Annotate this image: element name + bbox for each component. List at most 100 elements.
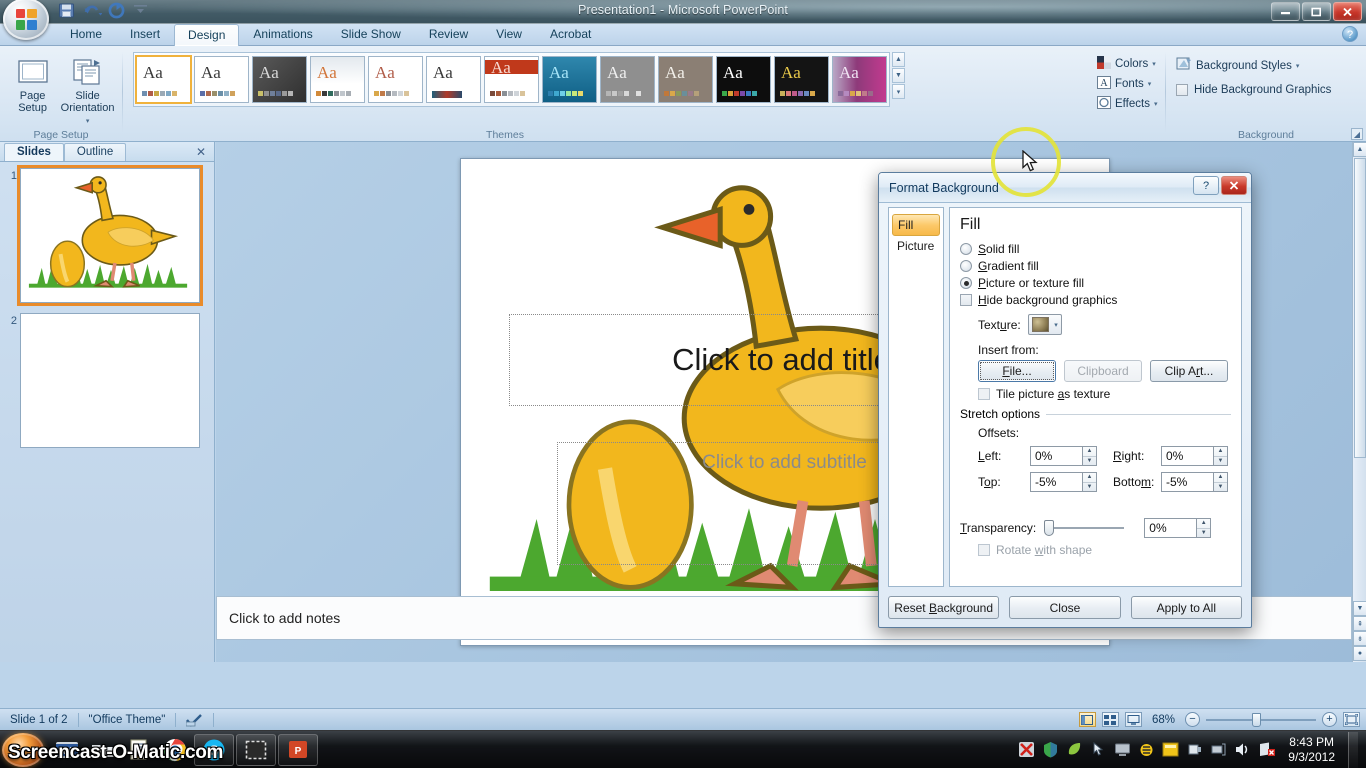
- tab-animations[interactable]: Animations: [239, 23, 326, 45]
- normal-view-button[interactable]: [1078, 712, 1096, 727]
- offset-bottom-stepper[interactable]: ▲▼: [1161, 472, 1228, 492]
- leaf-icon[interactable]: [1066, 741, 1083, 758]
- minimize-button[interactable]: [1271, 2, 1300, 21]
- list-item[interactable]: 1: [6, 165, 206, 306]
- stepper-arrows[interactable]: ▲ ▼: [1082, 472, 1097, 492]
- stepper-arrows[interactable]: ▲ ▼: [1213, 472, 1228, 492]
- screen-recorder-icon[interactable]: [236, 733, 276, 766]
- offset-top-input[interactable]: [1030, 472, 1082, 492]
- close-dialog-button[interactable]: Close: [1009, 596, 1121, 619]
- dialog-help-button[interactable]: ?: [1193, 176, 1219, 195]
- zoom-slider[interactable]: [1206, 712, 1316, 727]
- slide-sorter-view-button[interactable]: [1101, 712, 1119, 727]
- bee-icon[interactable]: [1138, 741, 1155, 758]
- apply-to-all-button[interactable]: Apply to All: [1130, 596, 1242, 619]
- offset-right-stepper[interactable]: ▲▼: [1161, 446, 1228, 466]
- tab-slide-show[interactable]: Slide Show: [327, 23, 415, 45]
- tab-design[interactable]: Design: [174, 24, 240, 46]
- select-browse-object-button[interactable]: ●: [1353, 646, 1366, 661]
- radio-solid-fill[interactable]: Solid fill: [960, 242, 1231, 256]
- dialog-nav-fill[interactable]: Fill: [892, 214, 940, 236]
- zoom-slider-handle[interactable]: [1252, 712, 1261, 727]
- insert-file-button[interactable]: File...: [978, 360, 1056, 382]
- theme-item[interactable]: Aa: [658, 56, 713, 103]
- slide-show-view-button[interactable]: [1124, 712, 1142, 727]
- close-button[interactable]: [1333, 2, 1362, 21]
- mouse-icon[interactable]: [1090, 741, 1107, 758]
- theme-item[interactable]: Aa: [194, 56, 249, 103]
- previous-slide-button[interactable]: ⇞: [1353, 616, 1366, 631]
- powerpoint-icon[interactable]: P: [278, 733, 318, 766]
- help-icon[interactable]: ?: [1342, 26, 1358, 42]
- tab-home[interactable]: Home: [56, 23, 116, 45]
- thumbnail-slide-2[interactable]: [20, 313, 200, 448]
- theme-item[interactable]: Aa: [600, 56, 655, 103]
- transparency-slider[interactable]: [1044, 520, 1125, 536]
- zoom-in-button[interactable]: +: [1322, 712, 1337, 727]
- texture-dropdown[interactable]: ▾: [1027, 314, 1062, 335]
- checkbox-tile-picture-as-texture[interactable]: Tile picture as texture: [960, 387, 1231, 401]
- theme-item[interactable]: Aa: [484, 56, 539, 103]
- list-item[interactable]: 2: [6, 313, 206, 448]
- theme-item[interactable]: Aa: [368, 56, 423, 103]
- gallery-scroll-down-button[interactable]: ▼: [892, 68, 905, 83]
- theme-item[interactable]: Aa: [774, 56, 829, 103]
- insert-clipboard-button[interactable]: Clipboard: [1064, 360, 1142, 382]
- undo-icon[interactable]: [83, 2, 103, 19]
- clock[interactable]: 8:43 PM 9/3/2012: [1282, 735, 1335, 765]
- stepper-arrows[interactable]: ▲ ▼: [1196, 518, 1212, 538]
- theme-colors-button[interactable]: Colors ▾: [1093, 54, 1159, 74]
- shield-green-icon[interactable]: [1042, 741, 1059, 758]
- action-center-icon[interactable]: [1258, 741, 1276, 758]
- safely-remove-icon[interactable]: [1186, 741, 1203, 758]
- fit-slide-to-window-button[interactable]: [1343, 712, 1360, 727]
- checkbox-hide-background-graphics[interactable]: Hide background graphics: [960, 293, 1231, 307]
- radio-picture-or-texture-fill[interactable]: Picture or texture fill: [960, 276, 1231, 290]
- stepper-arrows[interactable]: ▲ ▼: [1082, 446, 1097, 466]
- pane-tab-outline[interactable]: Outline: [63, 143, 127, 161]
- stepper-arrows[interactable]: ▲ ▼: [1213, 446, 1228, 466]
- page-setup-button[interactable]: Page Setup: [6, 50, 59, 128]
- gallery-scroll-up-button[interactable]: ▲: [892, 52, 905, 67]
- antivirus-icon[interactable]: [1018, 741, 1035, 758]
- theme-item[interactable]: Aa: [426, 56, 481, 103]
- offset-bottom-input[interactable]: [1161, 472, 1213, 492]
- transparency-slider-handle[interactable]: [1044, 520, 1055, 536]
- themes-gallery-scroll[interactable]: ▲ ▼ ▾: [892, 52, 905, 99]
- checkbox-rotate-with-shape[interactable]: Rotate with shape: [960, 543, 1231, 557]
- hide-background-graphics-checkbox[interactable]: Hide Background Graphics: [1172, 80, 1360, 100]
- theme-item[interactable]: Aa: [252, 56, 307, 103]
- vertical-scrollbar[interactable]: ▲ ▼ ⇞ ⇟ ●: [1352, 142, 1366, 662]
- scrollbar-thumb[interactable]: [1354, 158, 1366, 458]
- yellow-app-icon[interactable]: [1162, 741, 1179, 758]
- tab-acrobat[interactable]: Acrobat: [536, 23, 605, 45]
- tab-view[interactable]: View: [482, 23, 536, 45]
- scroll-up-button[interactable]: ▲: [1353, 142, 1366, 157]
- theme-item[interactable]: Aa: [542, 56, 597, 103]
- theme-item[interactable]: Aa: [135, 55, 192, 104]
- insert-clip-art-button[interactable]: Clip Art...: [1150, 360, 1228, 382]
- transparency-input[interactable]: [1144, 518, 1197, 538]
- zoom-out-button[interactable]: −: [1185, 712, 1200, 727]
- offset-left-input[interactable]: [1030, 446, 1082, 466]
- theme-effects-button[interactable]: Effects ▾: [1093, 94, 1159, 114]
- tab-review[interactable]: Review: [415, 23, 482, 45]
- tab-insert[interactable]: Insert: [116, 23, 174, 45]
- show-desktop-button[interactable]: [1348, 731, 1358, 768]
- slide-orientation-button[interactable]: Slide Orientation ▾: [59, 50, 116, 128]
- volume-icon[interactable]: [1234, 741, 1251, 758]
- customize-qat-icon[interactable]: [133, 2, 150, 19]
- offset-left-stepper[interactable]: ▲▼: [1030, 446, 1097, 466]
- themes-gallery[interactable]: Aa Aa Aa Aa Aa Aa Aa Aa Aa Aa Aa Aa Aa: [133, 52, 890, 107]
- background-dialog-launcher[interactable]: ◢: [1351, 128, 1363, 140]
- format-background-dialog[interactable]: Format Background ? Fill Picture Fill So…: [878, 172, 1252, 628]
- theme-item[interactable]: Aa: [310, 56, 365, 103]
- pane-tab-slides[interactable]: Slides: [4, 143, 64, 161]
- reset-background-button[interactable]: Reset Background: [888, 596, 1000, 619]
- dialog-close-button[interactable]: [1221, 176, 1247, 195]
- maximize-restore-button[interactable]: [1302, 2, 1331, 21]
- close-pane-icon[interactable]: ✕: [196, 145, 206, 159]
- dialog-nav-picture[interactable]: Picture: [889, 236, 943, 256]
- spellcheck-icon[interactable]: [176, 709, 213, 731]
- background-styles-button[interactable]: Background Styles ▾: [1172, 56, 1360, 76]
